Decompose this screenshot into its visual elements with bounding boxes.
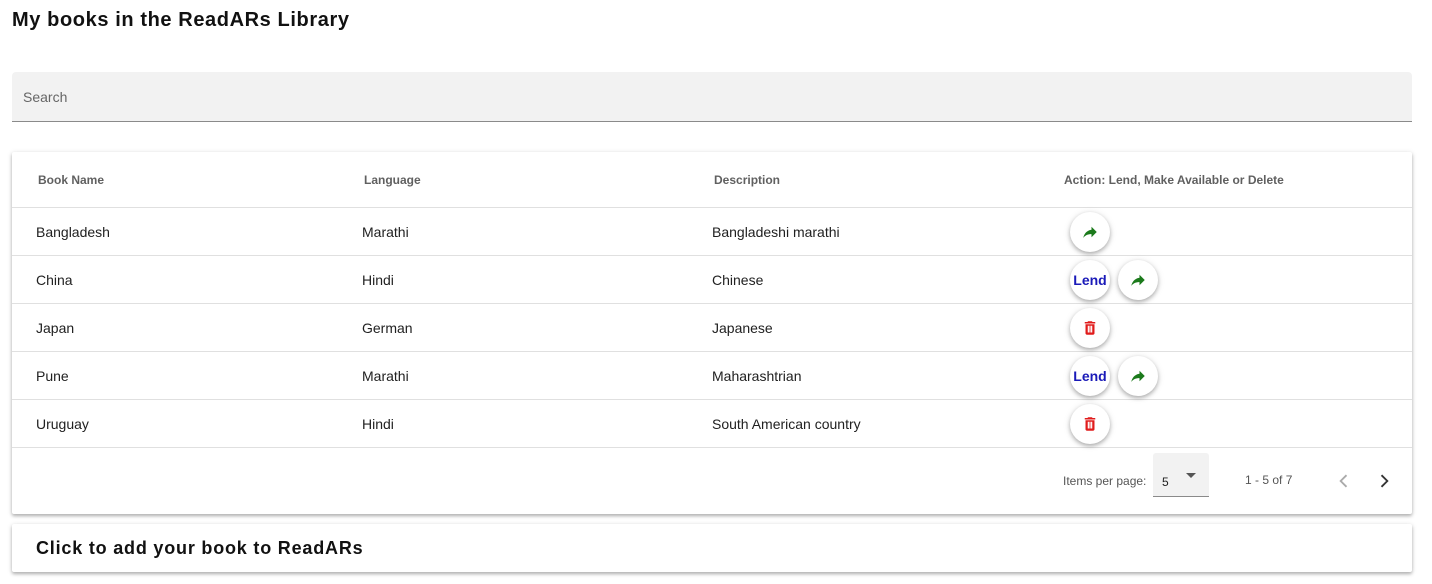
range-label: 1 - 5 of 7: [1245, 473, 1293, 487]
book-name-cell: Bangladesh: [36, 224, 110, 240]
search-input[interactable]: [12, 72, 1412, 121]
make-available-button[interactable]: [1070, 212, 1110, 252]
row-actions: [1070, 308, 1110, 348]
description-cell: South American country: [712, 416, 861, 432]
row-actions: [1070, 212, 1110, 252]
share-icon: [1131, 274, 1145, 286]
lend-button[interactable]: Lend: [1070, 356, 1110, 396]
language-cell: German: [362, 320, 413, 336]
table-row: Pune Marathi Maharashtrian Lend: [12, 352, 1412, 400]
book-name-cell: Japan: [36, 320, 75, 336]
books-table: Book Name Language Description Action: L…: [12, 152, 1412, 514]
language-cell: Marathi: [362, 368, 409, 384]
trash-icon: [1084, 417, 1096, 431]
book-name-cell: Pune: [36, 368, 69, 384]
share-icon: [1131, 370, 1145, 382]
table-row: Bangladesh Marathi Bangladeshi marathi: [12, 208, 1412, 256]
description-cell: Bangladeshi marathi: [712, 224, 840, 240]
make-available-button[interactable]: [1118, 260, 1158, 300]
delete-button[interactable]: [1070, 308, 1110, 348]
row-actions: [1070, 404, 1110, 444]
paginator: Items per page: 5 1 - 5 of 7: [12, 448, 1412, 514]
items-per-page-select[interactable]: 5: [1153, 453, 1209, 497]
description-cell: Maharashtrian: [712, 368, 802, 384]
language-cell: Hindi: [362, 272, 394, 288]
page-title: My books in the ReadARs Library: [12, 9, 350, 31]
description-cell: Chinese: [712, 272, 764, 288]
table-header: Book Name Language Description Action: L…: [12, 152, 1412, 208]
row-actions: Lend: [1070, 356, 1158, 396]
column-header-description: Description: [714, 173, 781, 187]
previous-page-button[interactable]: [1330, 467, 1358, 495]
trash-icon: [1084, 321, 1096, 335]
items-per-page-label: Items per page:: [1063, 474, 1147, 488]
add-book-label: Click to add your book to ReadARs: [36, 538, 364, 558]
column-header-action: Action: Lend, Make Available or Delete: [1064, 173, 1284, 187]
row-actions: Lend: [1070, 260, 1158, 300]
table-row: Japan German Japanese: [12, 304, 1412, 352]
description-cell: Japanese: [712, 320, 773, 336]
language-cell: Hindi: [362, 416, 394, 432]
dropdown-arrow-icon: [1186, 473, 1196, 478]
table-row: Uruguay Hindi South American country: [12, 400, 1412, 448]
share-icon: [1083, 226, 1097, 238]
lend-button[interactable]: Lend: [1070, 260, 1110, 300]
table-row: China Hindi Chinese Lend: [12, 256, 1412, 304]
next-page-button[interactable]: [1370, 467, 1398, 495]
column-header-language: Language: [364, 173, 421, 187]
book-name-cell: Uruguay: [36, 416, 89, 432]
book-name-cell: China: [36, 272, 73, 288]
items-per-page-value: 5: [1162, 475, 1169, 489]
make-available-button[interactable]: [1118, 356, 1158, 396]
column-header-book-name: Book Name: [38, 173, 105, 187]
search-field[interactable]: [12, 72, 1412, 122]
language-cell: Marathi: [362, 224, 409, 240]
add-book-button[interactable]: Click to add your book to ReadARs: [12, 524, 1412, 572]
chevron-left-icon: [1339, 474, 1348, 488]
chevron-right-icon: [1380, 474, 1389, 488]
delete-button[interactable]: [1070, 404, 1110, 444]
